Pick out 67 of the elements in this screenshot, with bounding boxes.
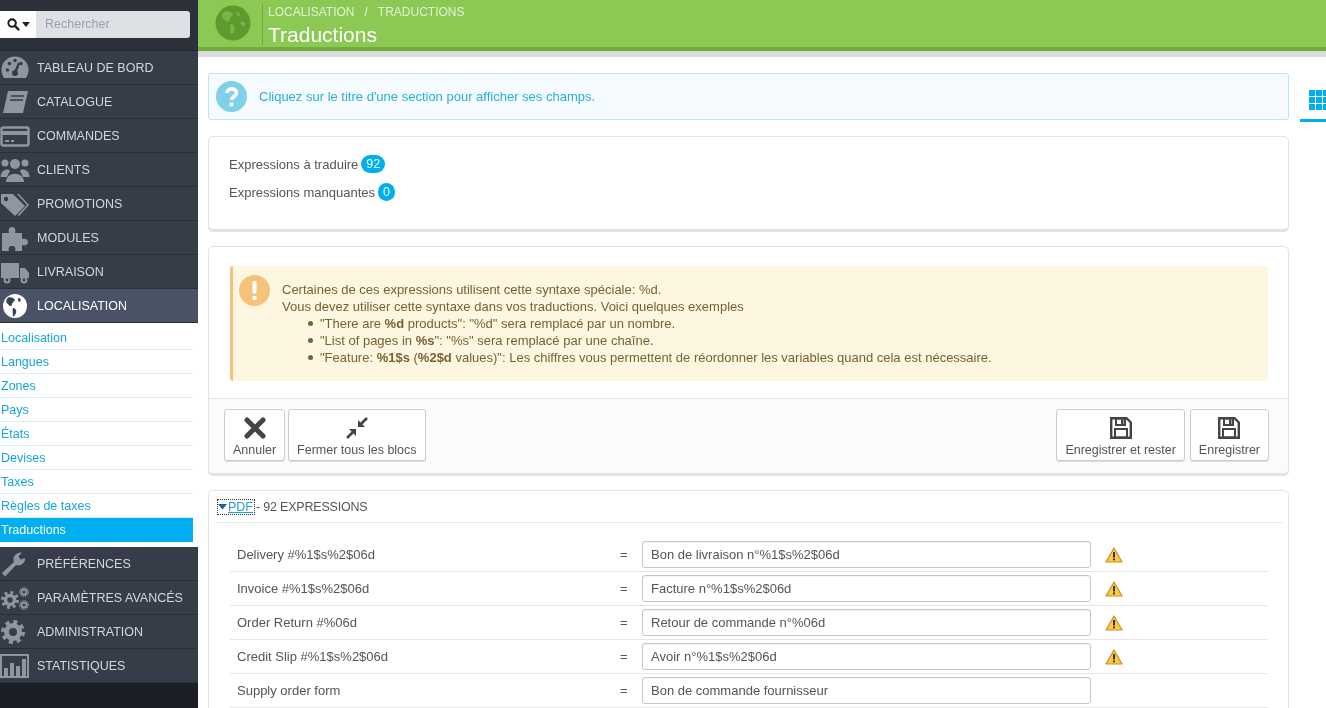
sidebar-menu-item[interactable]: STATISTIQUES (0, 649, 198, 683)
bullet-icon (308, 338, 313, 343)
search-icon (6, 17, 20, 31)
bar-chart-icon (0, 652, 30, 679)
collapse-arrows-icon (344, 416, 369, 440)
caret-icon (218, 502, 227, 511)
equals-sign: = (619, 581, 629, 596)
globe-icon (0, 292, 30, 319)
translation-field[interactable]: Bon de commande fournisseur (642, 677, 1091, 704)
search-field[interactable]: Rechercher (36, 10, 190, 38)
cancel-button[interactable]: Annuler (224, 409, 286, 461)
save-icon (1217, 416, 1242, 440)
caret-icon (21, 21, 30, 27)
translation-field[interactable]: Bon de livraison n°%1$s%2$06d (642, 541, 1091, 568)
equals-sign: = (619, 547, 629, 562)
sidebar-menu-item[interactable]: PARAMÈTRES AVANCÉS (0, 581, 198, 615)
globe-icon (215, 5, 251, 41)
warning-text: Vous devez utiliser cette syntaxe dans vos traductions. Voici quelques exemples (282, 298, 745, 315)
source-text: Supply order form (237, 683, 342, 698)
source-text: Credit Slip #%1$s%2$06d (237, 649, 390, 664)
translation-field[interactable]: Facture n°%1$s%2$06d (642, 575, 1091, 602)
puzzle-piece-icon (0, 224, 30, 251)
collapse-all-button[interactable]: Fermer tous les blocs (288, 409, 426, 461)
sidebar-menu-item[interactable]: PROMOTIONS (0, 187, 198, 221)
sidebar-menu-item[interactable]: PRÉFÉRENCES (0, 547, 198, 581)
translation-field[interactable]: Avoir n°%1$s%2$06d (642, 643, 1091, 670)
breadcrumb-separator: / (364, 5, 368, 19)
info-text: Cliquez sur le titre d'une section pour afficher ses champs. (259, 89, 596, 104)
warning-text: Certaines de ces expressions utilisent cette syntaxe spéciale: %d. (282, 281, 663, 298)
save-button[interactable]: Enregistrer (1189, 409, 1269, 461)
sidebar-menu-item[interactable]: LIVRAISON (0, 255, 198, 289)
bullet-icon (308, 355, 313, 360)
exclamation-icon (239, 275, 270, 306)
translation-field[interactable]: Retour de commande n°%06d (642, 609, 1091, 636)
save-icon (1108, 416, 1133, 440)
help-icon (216, 81, 247, 112)
source-text: Invoice #%1$s%2$06d (237, 581, 371, 596)
example-text: "Feature: %1$s (%2$d values)": Les chiffres vous permettent de réordonner les variables quand cela est nécessaire. (320, 349, 992, 366)
sidebar-menu-item[interactable]: CLIENTS (0, 153, 198, 187)
count-badge: 0 (378, 183, 395, 201)
equals-sign: = (619, 615, 629, 630)
save-and-stay-button[interactable]: Enregistrer et rester (1056, 409, 1185, 461)
equals-sign: = (619, 683, 629, 698)
close-icon (242, 416, 267, 440)
source-text: Delivery #%1$s%2$06d (237, 547, 377, 562)
example-text: "There are %d products": "%d" sera remplacé par un nombre. (320, 315, 676, 332)
gauge-icon (0, 54, 30, 81)
grid-icon (1309, 90, 1326, 110)
book-icon (0, 88, 30, 115)
count-badge: 92 (361, 155, 386, 173)
sidebar-menu-item[interactable]: ADMINISTRATION (0, 615, 198, 649)
stat-label: Expressions manquantes (229, 184, 375, 200)
sidebar-menu-item[interactable]: MODULES (0, 221, 198, 255)
source-text: Order Return #%06d (237, 615, 358, 630)
stat-label: Expressions à traduire (229, 156, 359, 172)
sidebar-menu-item[interactable]: TABLEAU DE BORD (0, 51, 198, 85)
sidebar-menu-item[interactable]: LOCALISATION (0, 289, 198, 323)
equals-sign: = (619, 649, 629, 664)
section-count: - 92 EXPRESSIONS (256, 499, 368, 514)
page-title: Traductions (268, 23, 378, 47)
people-icon (0, 156, 30, 183)
sidebar-menu-item[interactable]: COMMANDES (0, 119, 198, 153)
sidebar-menu-item[interactable]: CATALOGUE (0, 85, 198, 119)
gears-icon (0, 584, 30, 611)
example-text: "List of pages in %s": "%s" sera remplacé par une chaîne. (320, 332, 654, 349)
bullet-icon (308, 321, 313, 326)
search-type-button[interactable] (0, 10, 36, 38)
